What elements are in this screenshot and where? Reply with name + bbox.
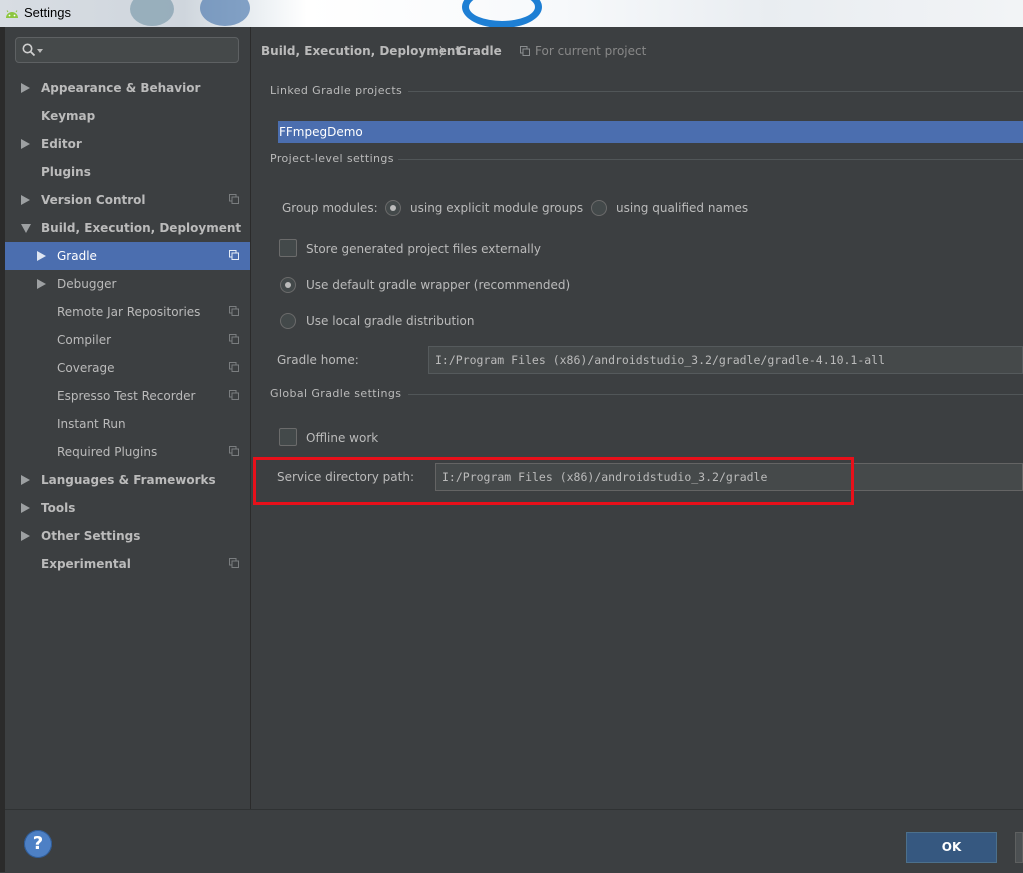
gradle-home-field[interactable]: I:/Program Files (x86)/androidstudio_3.2…	[428, 346, 1023, 374]
scope-label: For current project	[535, 44, 647, 58]
breadcrumb-parent[interactable]: Build, Execution, Deployment	[261, 44, 461, 58]
project-scope-icon	[229, 362, 239, 372]
radio-qualified-names[interactable]	[591, 200, 607, 216]
window-title: Settings	[24, 5, 71, 20]
search-icon	[22, 43, 36, 57]
expand-arrow-icon[interactable]	[21, 83, 30, 93]
sidebar-item-label: Required Plugins	[57, 445, 158, 459]
sidebar-item-label: Editor	[41, 137, 82, 151]
sidebar-item-gradle[interactable]: Gradle	[5, 242, 250, 270]
default-wrapper-label[interactable]: Use default gradle wrapper (recommended)	[306, 278, 570, 292]
project-scope-icon	[229, 390, 239, 400]
expand-arrow-icon[interactable]	[37, 279, 46, 289]
project-scope-icon	[520, 46, 530, 56]
sidebar-item-version-control[interactable]: Version Control	[5, 186, 250, 214]
background-decoration	[200, 0, 250, 26]
sidebar-item-label: Keymap	[41, 109, 96, 123]
sidebar-item-label: Remote Jar Repositories	[57, 305, 201, 319]
dialog-footer: ? OK	[5, 809, 1023, 873]
expand-arrow-icon[interactable]	[21, 139, 30, 149]
gradle-home-label: Gradle home:	[277, 353, 359, 367]
local-distribution-label[interactable]: Use local gradle distribution	[306, 314, 474, 328]
sidebar-item-other-settings[interactable]: Other Settings	[5, 522, 250, 550]
radio-default-wrapper[interactable]	[280, 277, 296, 293]
sidebar-item-compiler[interactable]: Compiler	[5, 326, 250, 354]
search-input[interactable]	[46, 40, 236, 62]
sidebar-item-label: Experimental	[41, 557, 131, 571]
sidebar-item-label: Appearance & Behavior	[41, 81, 201, 95]
project-scope-icon	[229, 334, 239, 344]
radio-qualified-label[interactable]: using qualified names	[616, 201, 748, 215]
breadcrumb-current: Gradle	[457, 44, 502, 58]
radio-explicit-module-groups[interactable]	[385, 200, 401, 216]
section-divider	[408, 394, 1023, 395]
sidebar-item-build-execution-deployment[interactable]: Build, Execution, Deployment	[5, 214, 250, 242]
sidebar-item-tools[interactable]: Tools	[5, 494, 250, 522]
sidebar-item-label: Version Control	[41, 193, 146, 207]
expand-arrow-icon[interactable]	[21, 503, 30, 513]
project-scope-icon	[229, 446, 239, 456]
group-modules-label: Group modules:	[282, 201, 378, 215]
sidebar-item-label: Build, Execution, Deployment	[41, 221, 242, 235]
sidebar-item-instant-run[interactable]: Instant Run	[5, 410, 250, 438]
sidebar-item-label: Plugins	[41, 165, 91, 179]
help-button[interactable]: ?	[24, 830, 52, 858]
sidebar-item-experimental[interactable]: Experimental	[5, 550, 250, 578]
sidebar-item-label: Instant Run	[57, 417, 126, 431]
offline-work-label[interactable]: Offline work	[306, 431, 378, 445]
sidebar-item-label: Debugger	[57, 277, 117, 291]
sidebar-item-remote-jar-repositories[interactable]: Remote Jar Repositories	[5, 298, 250, 326]
sidebar-item-debugger[interactable]: Debugger	[5, 270, 250, 298]
sidebar-item-required-plugins[interactable]: Required Plugins	[5, 438, 250, 466]
collapse-arrow-icon[interactable]	[21, 224, 31, 233]
section-title-project-level: Project-level settings	[270, 152, 394, 165]
section-title-linked-projects: Linked Gradle projects	[270, 84, 403, 97]
window-title-bar: Settings	[0, 0, 1023, 28]
sidebar-item-label: Languages & Frameworks	[41, 473, 216, 487]
sidebar-item-plugins[interactable]: Plugins	[5, 158, 250, 186]
project-scope-icon	[229, 250, 239, 260]
project-scope-icon	[229, 306, 239, 316]
sidebar-item-editor[interactable]: Editor	[5, 130, 250, 158]
settings-sidebar: Appearance & Behavior Keymap Editor Plug…	[5, 27, 251, 809]
settings-search[interactable]	[15, 37, 239, 63]
sidebar-item-languages-frameworks[interactable]: Languages & Frameworks	[5, 466, 250, 494]
store-externally-label[interactable]: Store generated project files externally	[306, 242, 541, 256]
sidebar-item-label: Other Settings	[41, 529, 141, 543]
expand-arrow-icon[interactable]	[21, 195, 30, 205]
sidebar-item-appearance-behavior[interactable]: Appearance & Behavior	[5, 74, 250, 102]
section-divider	[408, 91, 1023, 92]
gradle-settings-panel: Build, Execution, Deployment 〉 Gradle Fo…	[251, 27, 1023, 809]
checkbox-store-externally[interactable]	[279, 239, 297, 257]
sidebar-item-keymap[interactable]: Keymap	[5, 102, 250, 130]
project-scope-icon	[229, 558, 239, 568]
breadcrumb-separator: 〉	[439, 45, 452, 59]
sidebar-item-label: Compiler	[57, 333, 112, 347]
linked-project-item[interactable]: FFmpegDemo	[278, 121, 1023, 143]
checkbox-offline-work[interactable]	[279, 428, 297, 446]
section-title-global: Global Gradle settings	[270, 387, 402, 400]
section-divider	[398, 159, 1023, 160]
sidebar-item-espresso-test-recorder[interactable]: Espresso Test Recorder	[5, 382, 250, 410]
ok-button[interactable]: OK	[906, 832, 997, 863]
sidebar-item-label: Espresso Test Recorder	[57, 389, 196, 403]
sidebar-item-label: Gradle	[57, 249, 97, 263]
sidebar-item-label: Tools	[41, 501, 76, 515]
cancel-button[interactable]	[1015, 832, 1023, 863]
search-dropdown-icon[interactable]	[37, 49, 43, 53]
expand-arrow-icon[interactable]	[21, 531, 30, 541]
background-decoration	[462, 0, 542, 28]
service-directory-input[interactable]: I:/Program Files (x86)/androidstudio_3.2…	[435, 463, 1023, 491]
project-scope-icon	[229, 194, 239, 204]
radio-explicit-label[interactable]: using explicit module groups	[410, 201, 583, 215]
radio-local-distribution[interactable]	[280, 313, 296, 329]
background-decoration	[130, 0, 174, 26]
sidebar-item-coverage[interactable]: Coverage	[5, 354, 250, 382]
expand-arrow-icon[interactable]	[37, 251, 46, 261]
sidebar-item-label: Coverage	[57, 361, 115, 375]
android-studio-icon	[6, 10, 18, 18]
service-directory-label: Service directory path:	[277, 470, 414, 484]
expand-arrow-icon[interactable]	[21, 475, 30, 485]
